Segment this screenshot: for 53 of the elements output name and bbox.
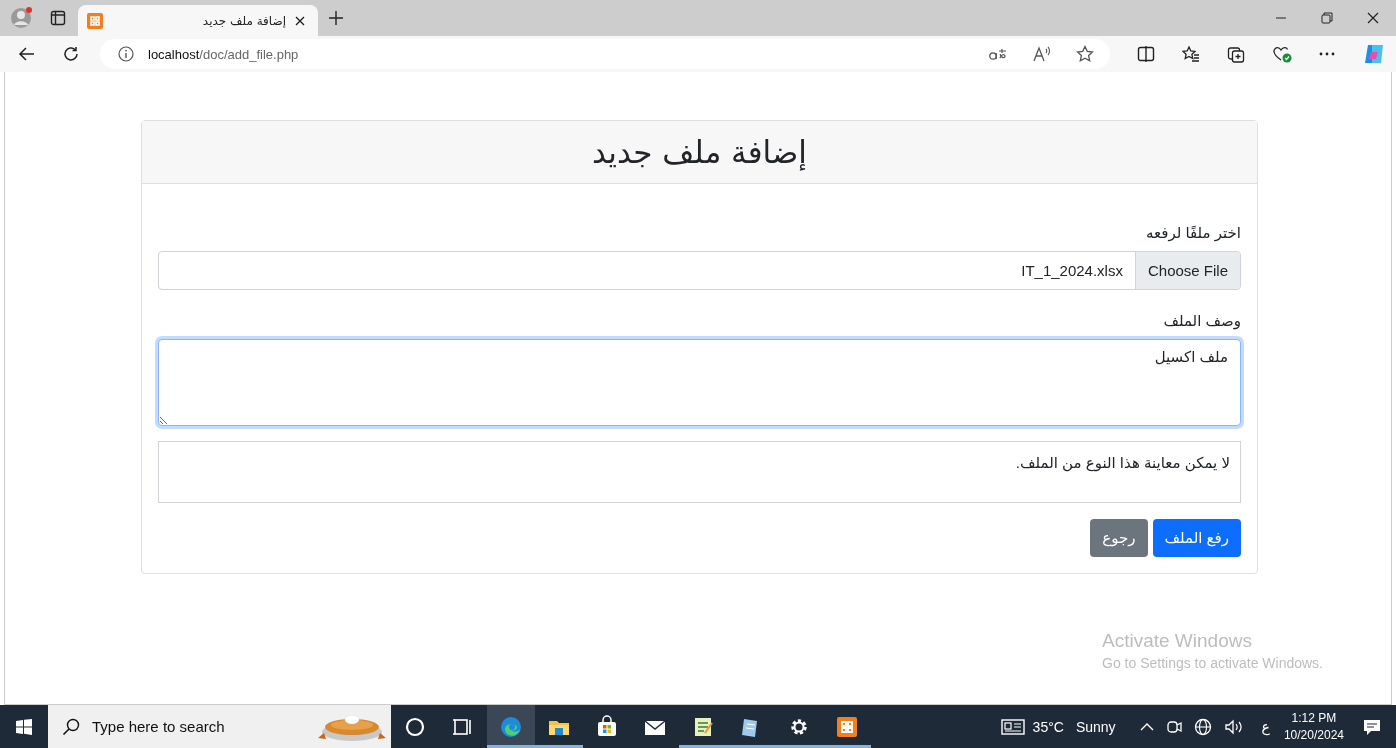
copilot-icon[interactable]: [1362, 42, 1386, 66]
description-field[interactable]: ملف اكسيل: [158, 339, 1241, 426]
shopping-bag-icon: [595, 714, 619, 739]
weather-condition: Sunny: [1075, 718, 1116, 735]
page-title: إضافة ملف جديد: [592, 134, 807, 170]
browser-icon: [499, 714, 523, 739]
news-icon: [1000, 717, 1025, 736]
split-screen-icon[interactable]: [1137, 45, 1155, 63]
file-input-field[interactable]: IT_1_2024.xlsx Choose File: [158, 251, 1241, 290]
choose-file-button[interactable]: Choose File: [1134, 252, 1240, 289]
activation-message: Go to Settings to activate Windows.: [1102, 655, 1323, 671]
browser-tab[interactable]: إضافة ملف جديد: [78, 5, 318, 36]
search-placeholder: Type here to search: [92, 718, 225, 735]
info-icon: [118, 46, 134, 62]
read-aloud-icon[interactable]: [1032, 45, 1052, 63]
url-text: localhost/doc/add_file.php: [148, 46, 299, 62]
tab-title: إضافة ملف جديد: [201, 13, 286, 28]
restore-icon[interactable]: [1321, 12, 1333, 24]
globe-icon[interactable]: [1193, 717, 1212, 736]
temperature-text: 35°C: [1032, 718, 1064, 735]
close-icon[interactable]: [1367, 12, 1379, 24]
clock-time: 1:12 PM: [1291, 709, 1337, 727]
clock-date: 10/20/2024: [1283, 726, 1344, 744]
back-icon[interactable]: [18, 45, 36, 63]
speaker-icon[interactable]: [1223, 718, 1244, 735]
tab-actions-icon[interactable]: [50, 10, 66, 26]
close-icon[interactable]: [294, 14, 306, 27]
windows-start-icon[interactable]: [15, 717, 33, 736]
file-name: IT_1_2024.xlsx: [1020, 261, 1124, 281]
collections-icon[interactable]: [1227, 45, 1245, 63]
upload-button[interactable]: رفع الملف: [1152, 519, 1241, 557]
weather-widget[interactable]: 35°C Sunny: [1000, 717, 1116, 736]
field-label: اختر ملفًا لرفعه: [1144, 224, 1241, 242]
taskbar-search-field[interactable]: Type here to search: [48, 705, 391, 748]
favorites-icon[interactable]: [1182, 45, 1200, 63]
clock[interactable]: 1:12 PM 10/20/2024: [1283, 709, 1344, 744]
field-label: وصف الملف: [1162, 312, 1241, 330]
chevron-up-icon[interactable]: [1139, 721, 1154, 732]
back-button[interactable]: رجوع: [1090, 519, 1148, 557]
search-icon: [62, 717, 80, 736]
heart-check-icon[interactable]: [1272, 45, 1292, 63]
preview-message: لا يمكن معاينة هذا النوع من الملف.: [1015, 454, 1230, 471]
xampp-icon: [835, 714, 859, 739]
notification-icon[interactable]: [1362, 717, 1382, 736]
address-bar[interactable]: localhost/doc/add_file.php: [100, 39, 1110, 69]
star-icon[interactable]: [1076, 45, 1094, 63]
favicon-icon: [86, 11, 104, 30]
input-language[interactable]: ع: [1261, 718, 1270, 735]
refresh-icon[interactable]: [62, 45, 80, 63]
activation-title: Activate Windows: [1102, 630, 1253, 652]
profile-icon[interactable]: [10, 6, 34, 30]
more-icon[interactable]: [1319, 52, 1335, 56]
new-tab-icon[interactable]: [328, 10, 344, 26]
